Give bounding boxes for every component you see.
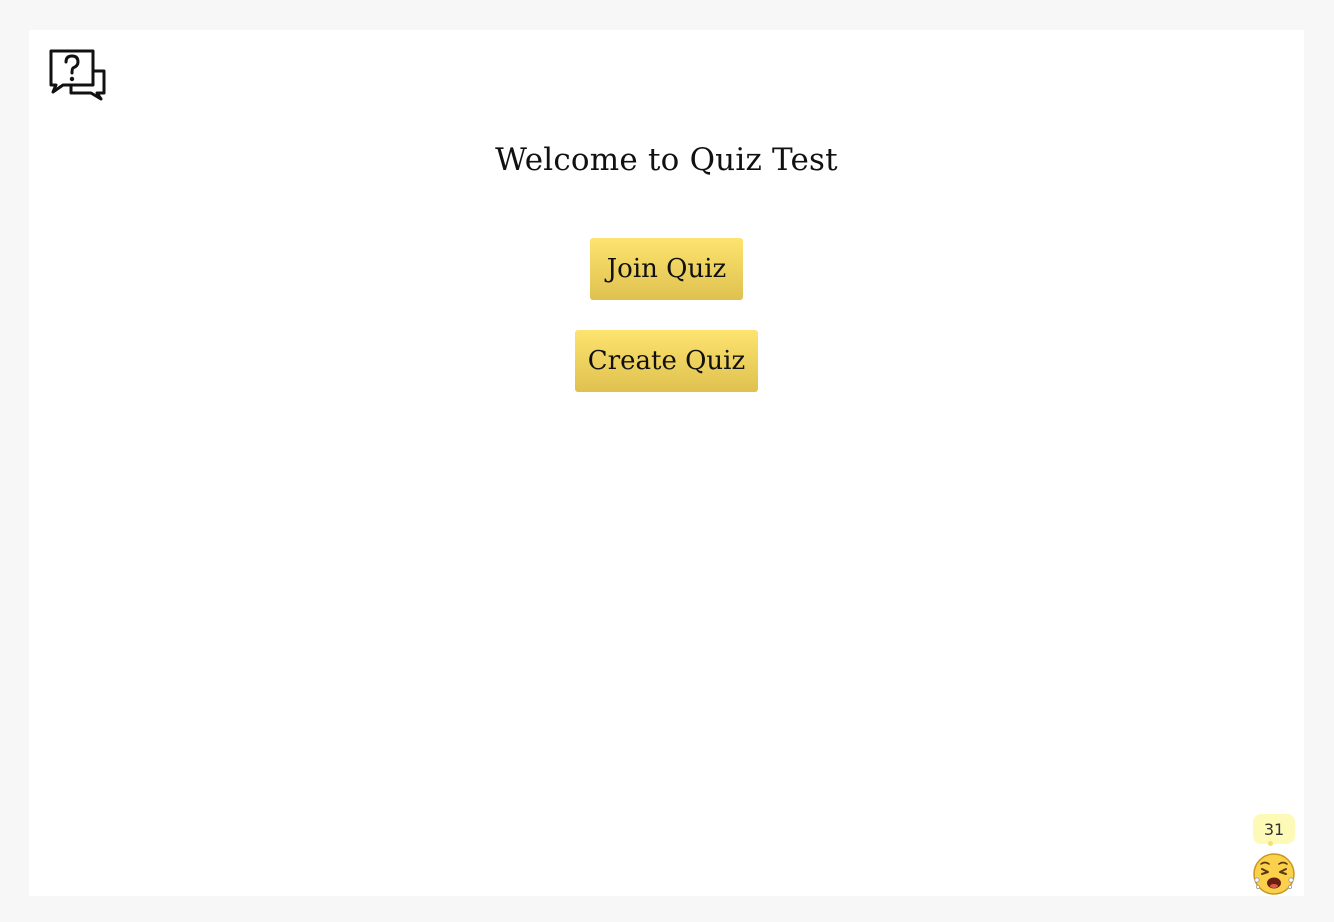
join-quiz-button[interactable]: Join Quiz — [590, 238, 743, 300]
counter-pointer — [1268, 841, 1273, 846]
counter-badge: 31 — [1253, 814, 1295, 844]
crying-face-icon[interactable] — [1252, 852, 1296, 896]
page-title: Welcome to Quiz Test — [495, 142, 838, 178]
question-chat-icon[interactable] — [49, 49, 107, 101]
page-container: Welcome to Quiz Test Join Quiz Create Qu… — [29, 30, 1304, 896]
create-quiz-button[interactable]: Create Quiz — [575, 330, 758, 392]
